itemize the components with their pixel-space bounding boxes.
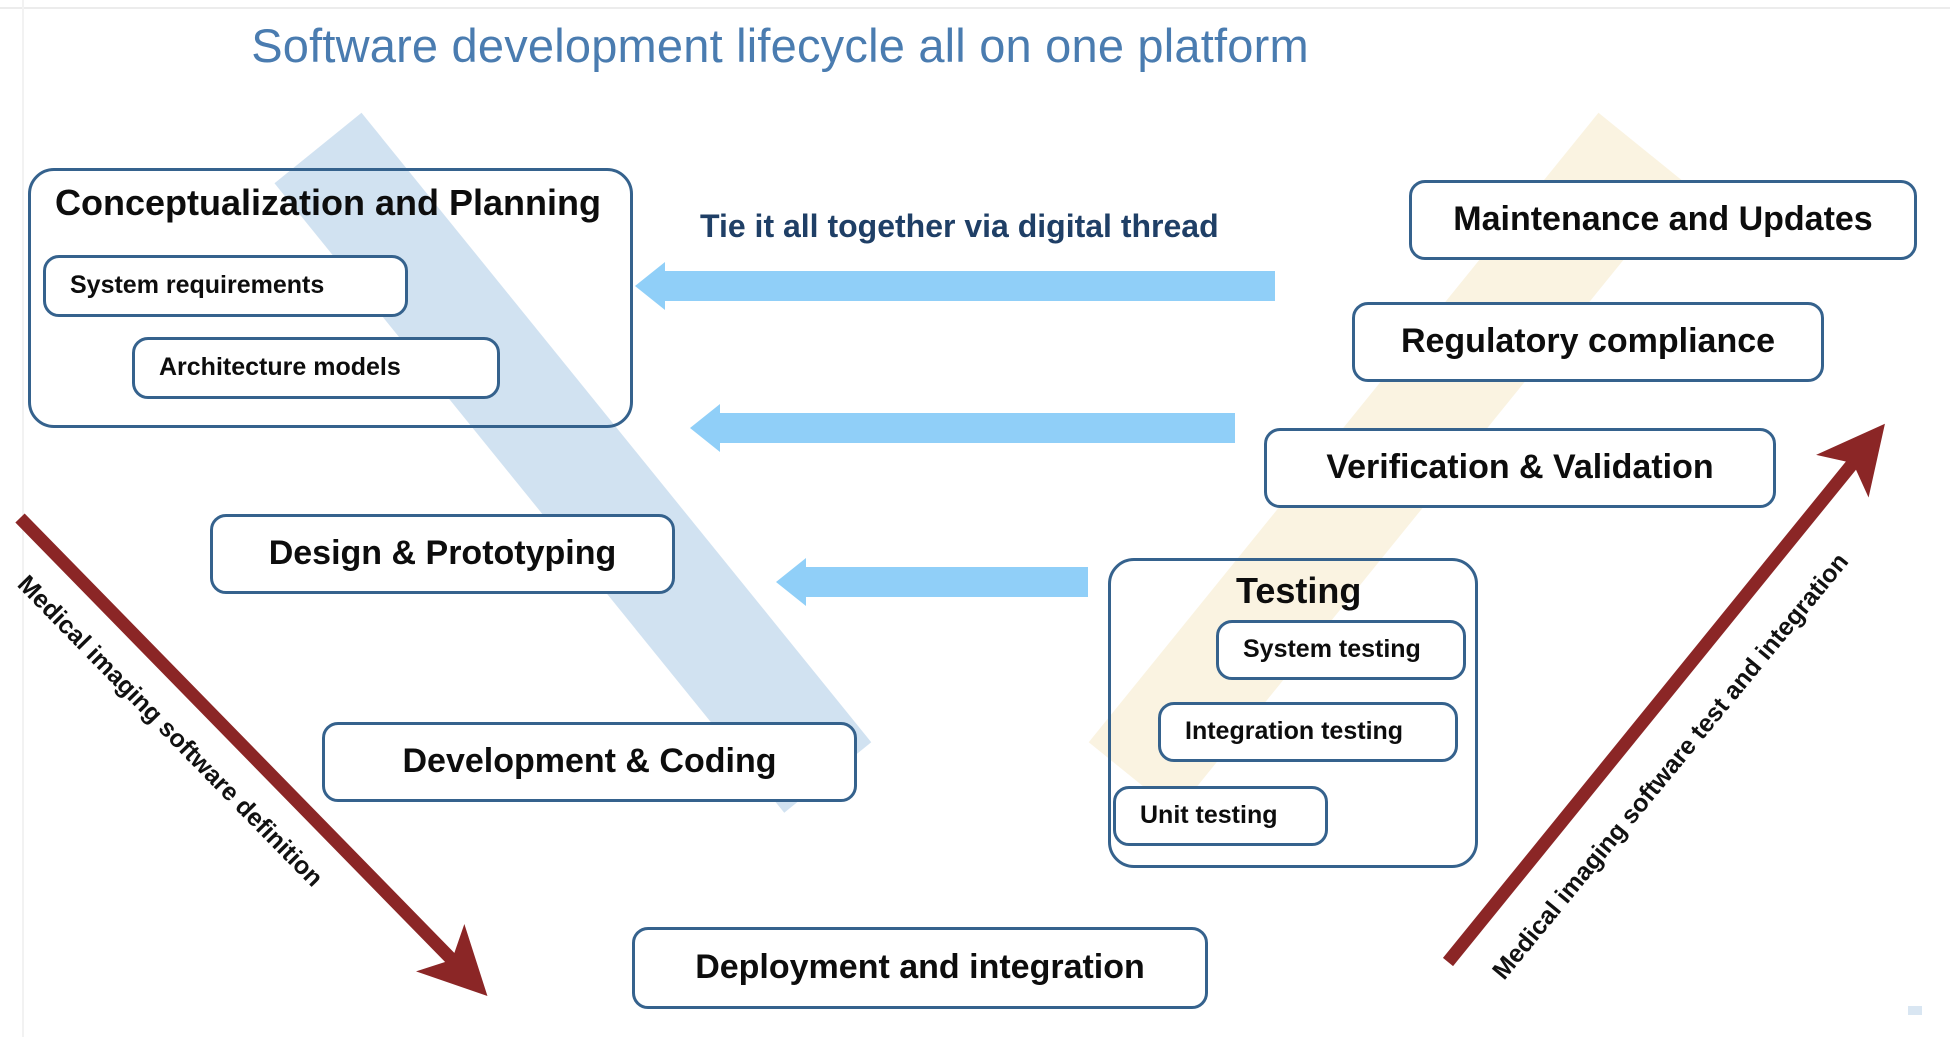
box-design-and-prototyping[interactable]: Design & Prototyping [210, 514, 675, 594]
box-deployment-and-integration[interactable]: Deployment and integration [632, 927, 1208, 1009]
box-architecture-models[interactable]: Architecture models [132, 337, 500, 399]
box-regulatory-compliance[interactable]: Regulatory compliance [1352, 302, 1824, 382]
box-maintenance-and-updates-label: Maintenance and Updates [1453, 200, 1873, 239]
box-verification-and-validation[interactable]: Verification & Validation [1264, 428, 1776, 508]
slide-corner-mark [1908, 1006, 1922, 1015]
slide-left-edge [22, 0, 24, 1037]
page-title: Software development lifecycle all on on… [251, 19, 1309, 72]
group-title-testing: Testing [1236, 570, 1362, 611]
slide-top-edge [0, 7, 1950, 9]
box-regulatory-compliance-label: Regulatory compliance [1400, 322, 1776, 361]
thread-arrow-top-head [635, 262, 665, 310]
box-system-requirements[interactable]: System requirements [43, 255, 408, 317]
box-development-and-coding[interactable]: Development & Coding [322, 722, 857, 802]
thread-arrow-bottom-head [776, 558, 806, 606]
box-unit-testing-label: Unit testing [1140, 801, 1278, 830]
box-unit-testing[interactable]: Unit testing [1113, 786, 1328, 846]
box-design-and-prototyping-label: Design & Prototyping [268, 534, 617, 573]
thread-arrow-bottom [776, 558, 1088, 606]
thread-arrow-bottom-shaft [804, 567, 1088, 597]
box-integration-testing[interactable]: Integration testing [1158, 702, 1458, 762]
thread-arrow-middle [690, 404, 1235, 452]
box-integration-testing-label: Integration testing [1185, 717, 1404, 746]
box-system-requirements-label: System requirements [70, 271, 325, 300]
box-verification-and-validation-label: Verification & Validation [1326, 448, 1714, 487]
group-title-conceptualization-and-planning: Conceptualization and Planning [55, 182, 602, 223]
left-axis-label: Medical imaging software definition [11, 570, 329, 893]
box-system-testing-label: System testing [1243, 635, 1421, 664]
box-deployment-and-integration-label: Deployment and integration [695, 948, 1145, 987]
box-system-testing[interactable]: System testing [1216, 620, 1466, 680]
slide-canvas: Software development lifecycle all on on… [0, 0, 1950, 1037]
thread-arrow-top [635, 262, 1275, 310]
box-architecture-models-label: Architecture models [159, 353, 401, 382]
right-axis-arrow [1442, 423, 1885, 967]
thread-arrow-middle-shaft [718, 413, 1235, 443]
digital-thread-label: Tie it all together via digital thread [700, 208, 1219, 244]
thread-arrow-middle-head [690, 404, 720, 452]
box-development-and-coding-label: Development & Coding [402, 742, 777, 781]
box-maintenance-and-updates[interactable]: Maintenance and Updates [1409, 180, 1917, 260]
right-axis-label: Medical imaging software test and integr… [1487, 547, 1855, 985]
thread-arrow-top-shaft [663, 271, 1275, 301]
